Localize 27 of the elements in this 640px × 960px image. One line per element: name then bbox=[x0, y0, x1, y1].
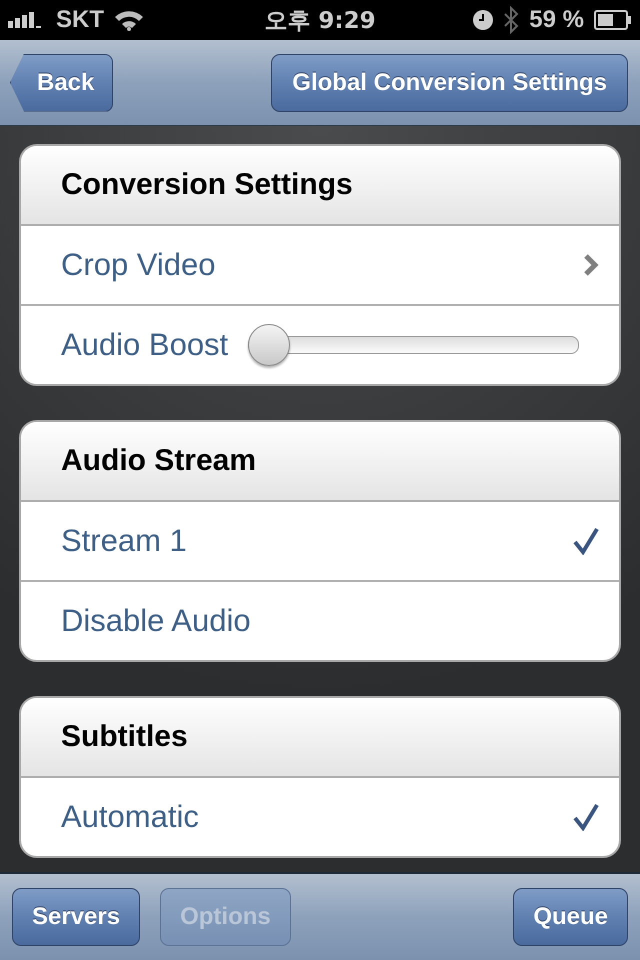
wifi-icon bbox=[114, 9, 144, 31]
clock-icon bbox=[473, 10, 494, 30]
carrier-name: SKT bbox=[56, 6, 104, 34]
row-label[interactable]: Stream 1 bbox=[61, 523, 187, 559]
chevron-icon bbox=[583, 253, 599, 277]
option-row[interactable]: Disable Audio bbox=[21, 580, 619, 660]
row-label: Audio Boost bbox=[61, 327, 228, 363]
toolbar-button[interactable]: Queue bbox=[513, 888, 628, 946]
bluetooth-icon bbox=[503, 6, 520, 34]
section-title: Audio Stream bbox=[61, 444, 256, 478]
back-button[interactable]: Back bbox=[10, 54, 114, 112]
slider-thumb[interactable] bbox=[248, 324, 290, 366]
checkmark-icon bbox=[573, 527, 599, 555]
status-time: 오후 9:29 bbox=[264, 6, 376, 36]
battery-icon bbox=[594, 10, 632, 30]
checkmark-icon bbox=[573, 803, 599, 831]
option-row[interactable]: Stream 1 bbox=[21, 502, 619, 580]
toolbar-button[interactable]: Servers bbox=[12, 888, 140, 946]
audio-boost-slider[interactable] bbox=[248, 324, 579, 366]
section-title: Conversion Settings bbox=[61, 168, 353, 202]
option-row[interactable]: Automatic bbox=[21, 778, 619, 856]
row-label[interactable]: Disable Audio bbox=[61, 603, 251, 639]
global-settings-button[interactable]: Global Conversion Settings bbox=[271, 54, 628, 112]
row-label[interactable]: Automatic bbox=[61, 799, 199, 835]
section-title: Subtitles bbox=[61, 720, 188, 754]
row-label[interactable]: Crop Video bbox=[61, 247, 216, 283]
battery-percent: 59 % bbox=[529, 6, 584, 34]
